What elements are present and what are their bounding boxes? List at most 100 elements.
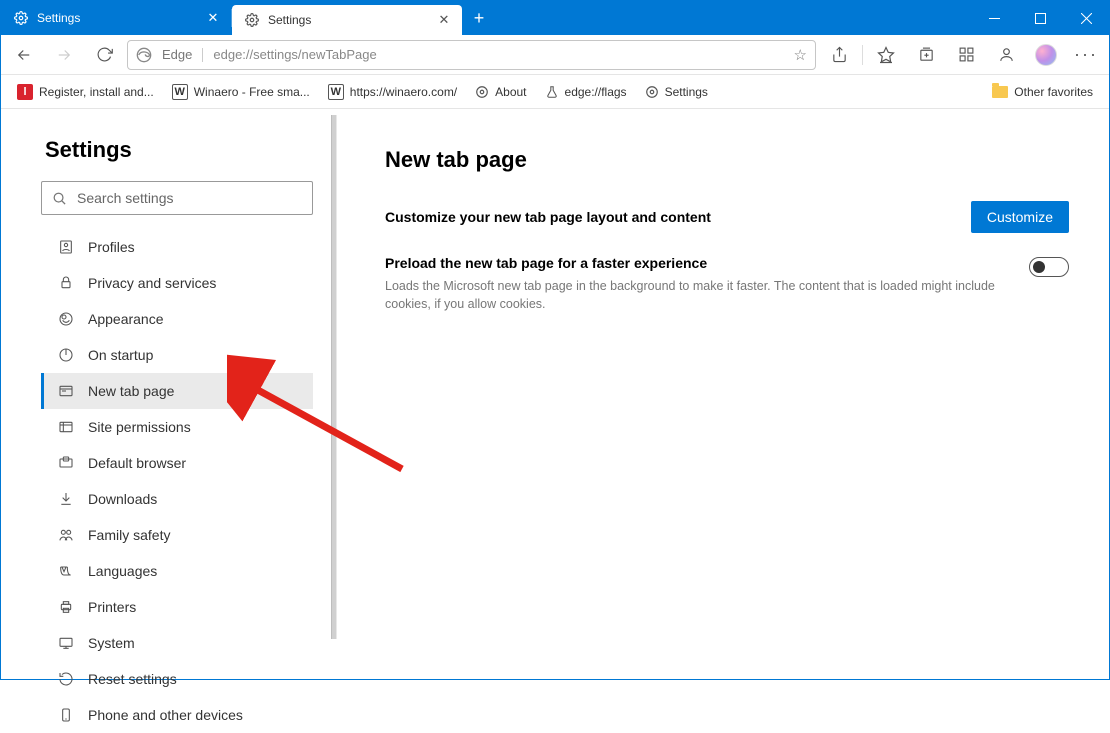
bookmark-label: Register, install and... xyxy=(39,85,154,99)
settings-sidebar: Settings Search settings Profiles Privacy… xyxy=(1,109,331,679)
avatar-icon xyxy=(1035,44,1057,66)
bookmark-label: About xyxy=(495,85,526,99)
sidebar-item-family-safety[interactable]: Family safety xyxy=(41,517,313,553)
sidebar-item-new-tab-page[interactable]: New tab page xyxy=(41,373,313,409)
sidebar-item-icon xyxy=(58,419,76,435)
bookmark-label: edge://flags xyxy=(565,85,627,99)
profile-button[interactable] xyxy=(989,38,1023,72)
sidebar-item-default-browser[interactable]: Default browser xyxy=(41,445,313,481)
favorites-button[interactable] xyxy=(869,38,903,72)
flask-icon xyxy=(545,85,559,99)
sidebar-item-site-permissions[interactable]: Site permissions xyxy=(41,409,313,445)
bookmark-settings[interactable]: Settings xyxy=(639,81,714,103)
bookmark-register-install[interactable]: lRegister, install and... xyxy=(11,80,160,104)
toolbar-separator xyxy=(862,45,863,65)
maximize-button[interactable] xyxy=(1017,1,1063,35)
sidebar-item-on-startup[interactable]: On startup xyxy=(41,337,313,373)
sidebar-item-label: Privacy and services xyxy=(88,275,216,291)
search-icon xyxy=(52,191,67,206)
sidebar-item-label: Site permissions xyxy=(88,419,191,435)
sidebar-nav: Profiles Privacy and services Appearance On… xyxy=(41,229,331,733)
sidebar-item-label: Profiles xyxy=(88,239,135,255)
sidebar-item-languages[interactable]: Languages xyxy=(41,553,313,589)
sidebar-item-icon xyxy=(58,311,76,327)
settings-search-input[interactable]: Search settings xyxy=(41,181,313,215)
sidebar-item-label: Downloads xyxy=(88,491,157,507)
share-button[interactable] xyxy=(822,38,856,72)
address-url: edge://settings/newTabPage xyxy=(213,47,376,62)
page-heading: New tab page xyxy=(385,147,1069,173)
sidebar-item-icon xyxy=(58,707,76,723)
preload-row: Preload the new tab page for a faster ex… xyxy=(385,255,1069,313)
back-button[interactable] xyxy=(7,38,41,72)
bookmark-label: Settings xyxy=(665,85,708,99)
sidebar-item-icon xyxy=(58,455,76,471)
bookmark-winaero-url[interactable]: Whttps://winaero.com/ xyxy=(322,80,463,104)
sidebar-item-icon xyxy=(58,383,76,399)
sidebar-item-label: Reset settings xyxy=(88,671,177,687)
bookmark-about[interactable]: About xyxy=(469,81,532,103)
tab-label: Settings xyxy=(37,11,197,25)
collections-button[interactable] xyxy=(909,38,943,72)
menu-button[interactable]: ··· xyxy=(1069,38,1103,72)
close-window-button[interactable] xyxy=(1063,1,1109,35)
customize-row: Customize your new tab page layout and c… xyxy=(385,201,1069,233)
tab-close-icon[interactable]: ✕ xyxy=(205,10,221,26)
bookmark-favicon: W xyxy=(172,84,188,100)
sidebar-item-profiles[interactable]: Profiles xyxy=(41,229,313,265)
bookmark-label: Winaero - Free sma... xyxy=(194,85,310,99)
window-controls xyxy=(971,1,1109,35)
extensions-button[interactable] xyxy=(949,38,983,72)
gear-icon xyxy=(244,12,260,28)
new-tab-button[interactable]: + xyxy=(462,1,496,35)
sidebar-item-icon xyxy=(58,635,76,651)
sidebar-item-label: Phone and other devices xyxy=(88,707,243,723)
refresh-button[interactable] xyxy=(87,38,121,72)
sidebar-item-icon xyxy=(58,671,76,687)
bookmark-winaero[interactable]: W Winaero - Free sma... xyxy=(166,80,316,104)
sidebar-title: Settings xyxy=(41,137,331,163)
preload-description: Loads the Microsoft new tab page in the … xyxy=(385,277,999,313)
sidebar-item-icon xyxy=(58,563,76,579)
sidebar-item-system[interactable]: System xyxy=(41,625,313,661)
customize-label: Customize your new tab page layout and c… xyxy=(385,209,711,225)
preload-label: Preload the new tab page for a faster ex… xyxy=(385,255,999,271)
search-placeholder: Search settings xyxy=(77,190,174,206)
favorite-star-icon[interactable]: ☆ xyxy=(794,46,807,64)
bookmark-edge-flags[interactable]: edge://flags xyxy=(539,81,633,103)
sidebar-item-privacy-and-services[interactable]: Privacy and services xyxy=(41,265,313,301)
sidebar-item-printers[interactable]: Printers xyxy=(41,589,313,625)
bookmark-label: https://winaero.com/ xyxy=(350,85,457,99)
customize-button[interactable]: Customize xyxy=(971,201,1069,233)
browser-tab-1[interactable]: Settings ✕ xyxy=(232,5,462,35)
browser-title-bar: Settings ✕ Settings ✕ + xyxy=(1,1,1109,35)
other-favorites-button[interactable]: Other favorites xyxy=(986,81,1099,103)
settings-page: Settings Search settings Profiles Privacy… xyxy=(1,109,1109,679)
tab-close-icon[interactable]: ✕ xyxy=(436,12,452,28)
sidebar-item-icon xyxy=(58,599,76,615)
bookmarks-bar: lRegister, install and... W Winaero - Fre… xyxy=(1,75,1109,109)
sidebar-item-icon xyxy=(58,491,76,507)
folder-icon xyxy=(992,86,1008,98)
sidebar-item-label: Languages xyxy=(88,563,157,579)
forward-button[interactable] xyxy=(47,38,81,72)
minimize-button[interactable] xyxy=(971,1,1017,35)
preload-toggle[interactable] xyxy=(1029,257,1069,277)
avatar-button[interactable] xyxy=(1029,38,1063,72)
sidebar-item-reset-settings[interactable]: Reset settings xyxy=(41,661,313,697)
sidebar-item-label: New tab page xyxy=(88,383,174,399)
tab-label: Settings xyxy=(268,13,428,27)
browser-toolbar: Edge edge://settings/newTabPage ☆ ··· xyxy=(1,35,1109,75)
sidebar-item-downloads[interactable]: Downloads xyxy=(41,481,313,517)
sidebar-item-icon xyxy=(58,275,76,291)
sidebar-item-icon xyxy=(58,527,76,543)
sidebar-item-phone-and-other-devices[interactable]: Phone and other devices xyxy=(41,697,313,733)
address-separator xyxy=(202,48,203,62)
edge-logo-icon xyxy=(136,47,152,63)
sidebar-item-icon xyxy=(58,239,76,255)
sidebar-item-appearance[interactable]: Appearance xyxy=(41,301,313,337)
address-bar[interactable]: Edge edge://settings/newTabPage ☆ xyxy=(127,40,816,70)
sidebar-item-label: On startup xyxy=(88,347,153,363)
sidebar-item-label: System xyxy=(88,635,135,651)
browser-tab-0[interactable]: Settings ✕ xyxy=(1,1,231,35)
